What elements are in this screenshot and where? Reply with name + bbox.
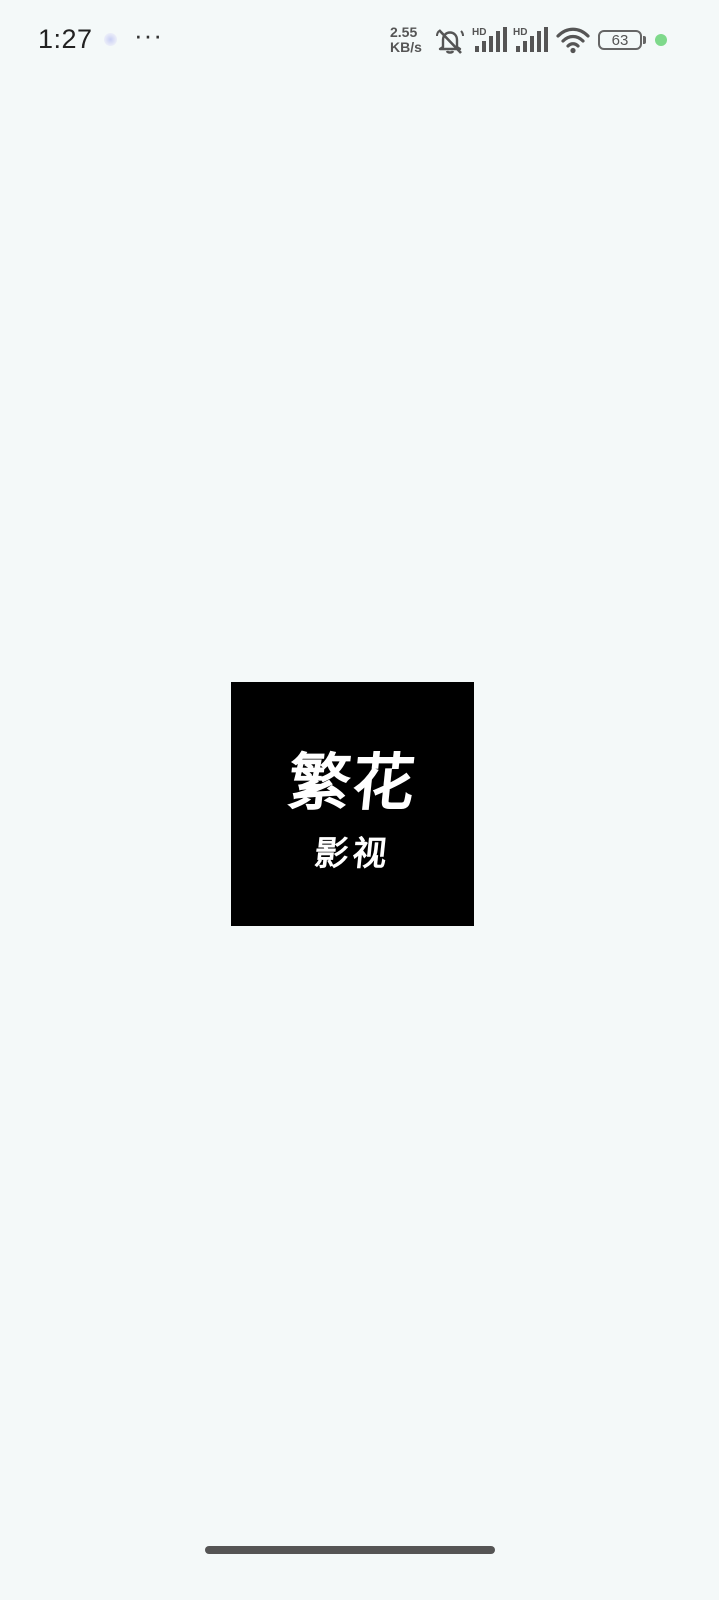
network-speed: 2.55 KB/s <box>390 25 430 55</box>
battery-icon: 63 <box>598 30 642 50</box>
app-logo: 繁花 影视 <box>231 682 474 926</box>
home-indicator[interactable] <box>205 1546 495 1554</box>
mute-bell-icon <box>436 29 464 54</box>
logo-title: 繁花 <box>284 746 421 819</box>
signal-icon: HD <box>472 27 507 52</box>
signal2-hd-label: HD <box>513 27 527 38</box>
signal-icon: HD <box>513 27 548 52</box>
battery-level: 63 <box>611 32 629 49</box>
network-speed-value: 2.55 <box>390 24 418 40</box>
logo-subtitle: 影视 <box>312 834 393 874</box>
network-speed-unit: KB/s <box>390 39 422 55</box>
signal1-hd-label: HD <box>472 27 486 38</box>
notification-dot-icon <box>104 33 117 46</box>
status-time: 1:27 <box>38 24 93 54</box>
battery-tip <box>643 36 646 44</box>
splash-screen: 1:27 ··· 2.55 KB/s HD HD 63 繁花 影视 <box>0 0 719 1600</box>
privacy-indicator-dot <box>655 34 667 46</box>
wifi-icon <box>556 27 590 54</box>
more-notifications-icon: ··· <box>134 20 163 50</box>
status-bar: 1:27 ··· 2.55 KB/s HD HD 63 <box>0 0 719 82</box>
